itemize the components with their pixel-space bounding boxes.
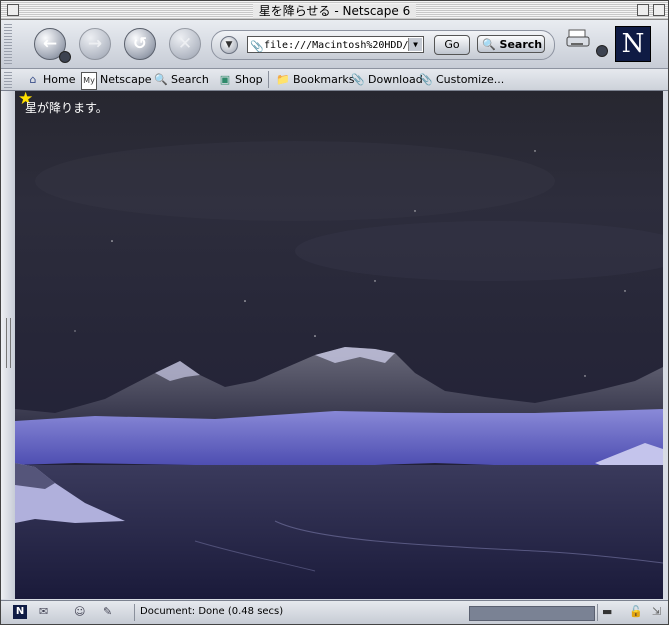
my-netscape-icon: My xyxy=(81,72,97,90)
toolbar-grip[interactable] xyxy=(4,24,12,64)
title-bar[interactable]: 星を降らせる - Netscape 6 xyxy=(1,1,668,20)
reload-icon: ↺ xyxy=(132,34,148,54)
netscape-n-icon[interactable]: N xyxy=(13,605,27,619)
personal-item-home[interactable]: ⌂ Home xyxy=(26,72,76,88)
personal-item-label: Bookmarks xyxy=(293,73,355,86)
personal-item-search[interactable]: 🔍 Search xyxy=(154,72,209,88)
search-button-label: Search xyxy=(499,38,543,51)
shop-icon: ▣ xyxy=(219,73,231,86)
url-input[interactable]: 📎 file:///Macintosh%20HDD/%9 ▼ xyxy=(247,36,424,53)
browser-window: 星を降らせる - Netscape 6 ← → ↺ ✕ ▼ 📎 file:///… xyxy=(0,0,669,625)
mail-icon[interactable]: ✉ xyxy=(39,605,48,619)
bookmark-icon: 📎 xyxy=(419,73,433,86)
zoom-box[interactable] xyxy=(637,4,649,16)
page-text: 星が降ります。 xyxy=(25,101,108,115)
home-icon: ⌂ xyxy=(29,73,37,86)
instant-messenger-icon[interactable]: ☺ xyxy=(74,605,85,619)
status-divider xyxy=(597,604,598,621)
window-title: 星を降らせる - Netscape 6 xyxy=(252,4,417,18)
personal-item-label: Download xyxy=(368,73,423,86)
navigation-toolbar: ← → ↺ ✕ ▼ 📎 file:///Macintosh%20HDD/%9 ▼… xyxy=(1,20,668,69)
url-dropdown-arrow-icon[interactable]: ▼ xyxy=(408,38,422,51)
page-content: ★ 星が降ります。 xyxy=(15,91,663,599)
back-arrow-icon: ← xyxy=(42,34,58,54)
online-connection-icon[interactable]: ▬ xyxy=(602,605,612,619)
url-text: file:///Macintosh%20HDD/%9 xyxy=(264,40,421,51)
personal-item-label: Shop xyxy=(235,73,263,86)
bookmarks-folder-icon: 📁 xyxy=(276,73,290,86)
personal-item-customize[interactable]: 📎 Customize... xyxy=(419,72,504,88)
magnifier-icon: 🔍 xyxy=(482,38,496,51)
personal-toolbar: ⌂ Home My Netscape 🔍 Search ▣ Shop 📁 Bookmark… xyxy=(1,69,668,91)
sidebar-grip[interactable] xyxy=(6,318,11,368)
stop-x-icon: ✕ xyxy=(177,34,193,54)
personal-toolbar-grip[interactable] xyxy=(4,72,12,88)
print-options-dropdown[interactable] xyxy=(596,45,608,57)
forward-arrow-icon: → xyxy=(87,34,103,54)
sidebar-toggle-strip[interactable] xyxy=(1,91,16,599)
back-history-dropdown[interactable] xyxy=(59,51,71,63)
go-button[interactable]: Go xyxy=(434,35,470,55)
print-button[interactable] xyxy=(566,28,594,50)
search-button[interactable]: 🔍 Search xyxy=(477,35,545,53)
composer-icon[interactable]: ✎ xyxy=(103,605,112,619)
reload-button[interactable]: ↺ xyxy=(124,28,156,60)
netscape-throbber-logo[interactable]: N xyxy=(615,26,651,62)
page-proxy-icon[interactable]: 📎 xyxy=(250,38,264,52)
personal-item-shop[interactable]: ▣ Shop xyxy=(218,72,263,88)
chevron-down-icon: ▼ xyxy=(225,40,233,50)
personal-item-label: Search xyxy=(171,73,209,86)
url-bar-group: ▼ 📎 file:///Macintosh%20HDD/%9 ▼ Go 🔍 Se… xyxy=(211,30,555,60)
collapse-box[interactable] xyxy=(653,4,665,16)
stop-button[interactable]: ✕ xyxy=(169,28,201,60)
security-lock-icon[interactable]: 🔓 xyxy=(629,605,643,619)
bookmark-icon: 📎 xyxy=(351,73,365,86)
search-icon: 🔍 xyxy=(154,73,168,86)
forward-button[interactable]: → xyxy=(79,28,111,60)
personal-item-download[interactable]: 📎 Download xyxy=(351,72,423,88)
logo-letter: N xyxy=(621,29,645,59)
personal-item-netscape[interactable]: My Netscape xyxy=(81,72,152,90)
personal-item-label: Netscape xyxy=(100,73,152,86)
personal-item-label: Home xyxy=(43,73,76,86)
url-history-dropdown[interactable]: ▼ xyxy=(220,36,238,54)
night-landscape-image xyxy=(15,141,663,599)
printer-icon xyxy=(566,29,590,47)
status-bar: N ✉ ☺ ✎ Document: Done (0.48 secs) ▬ 🔓 ⇲ xyxy=(1,600,668,624)
personal-item-label: Customize... xyxy=(436,73,505,86)
status-divider xyxy=(134,604,135,621)
status-text: Document: Done (0.48 secs) xyxy=(140,606,284,617)
personal-item-bookmarks[interactable]: 📁 Bookmarks xyxy=(276,72,354,88)
resize-grip-icon[interactable]: ⇲ xyxy=(652,605,661,619)
toolbar-separator xyxy=(268,71,269,88)
progress-meter xyxy=(469,606,595,621)
